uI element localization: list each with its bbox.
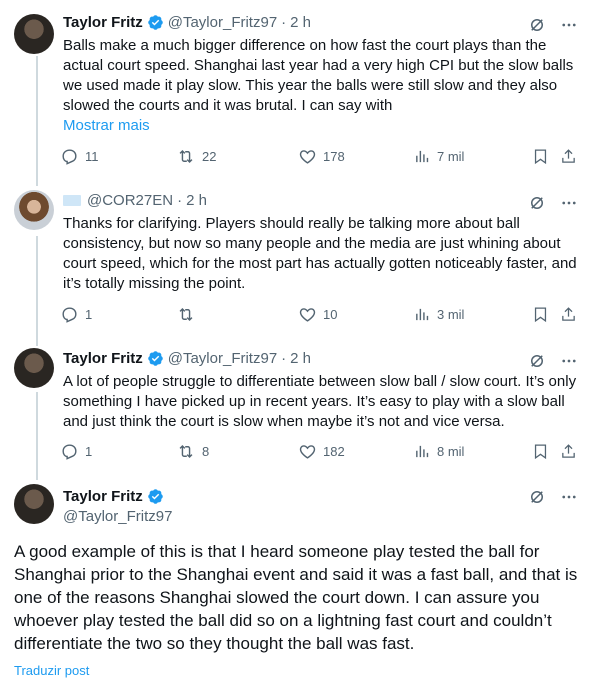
share-button[interactable] xyxy=(560,442,577,461)
timestamp[interactable]: 2 h xyxy=(186,192,207,209)
reply-icon xyxy=(62,149,77,165)
more-icon[interactable] xyxy=(560,352,578,370)
tweet-actions: 11 22 178 7 mil xyxy=(60,147,580,169)
views-button[interactable]: 8 mil xyxy=(414,442,464,461)
like-icon xyxy=(299,150,316,164)
grok-icon[interactable] xyxy=(528,352,546,370)
tweet-header: Taylor Fritz @Taylor_Fritz97 · 2 h xyxy=(63,350,311,367)
bookmark-icon xyxy=(534,444,547,460)
grok-icon[interactable] xyxy=(528,488,546,506)
reply-count: 1 xyxy=(85,307,93,322)
show-more-link[interactable]: Mostrar mais xyxy=(63,117,150,134)
views-button[interactable]: 7 mil xyxy=(414,147,464,166)
flag-emoji-icon xyxy=(63,195,81,206)
verified-badge-icon xyxy=(147,489,163,504)
more-icon[interactable] xyxy=(560,194,578,212)
bookmark-button[interactable] xyxy=(532,305,549,324)
views-count: 7 mil xyxy=(437,149,465,164)
repost-count: 22 xyxy=(202,149,217,164)
repost-button[interactable] xyxy=(176,305,202,324)
grok-icon[interactable] xyxy=(528,16,546,34)
like-count: 182 xyxy=(323,444,345,459)
separator-dot: · xyxy=(281,14,287,31)
tweet-top-actions xyxy=(528,194,578,212)
share-button[interactable] xyxy=(560,305,577,324)
tweet-actions: 1 10 3 mil xyxy=(60,305,580,327)
like-count: 178 xyxy=(323,149,345,164)
author-name[interactable]: Taylor Fritz xyxy=(63,14,143,31)
tweet-text: Balls make a much bigger difference on h… xyxy=(63,37,574,114)
tweet-top-actions xyxy=(528,352,578,370)
reply-count: 1 xyxy=(85,444,93,459)
verified-badge-icon xyxy=(147,351,163,366)
avatar[interactable] xyxy=(14,190,54,230)
tweet-top-actions xyxy=(528,16,578,34)
translate-post-link[interactable]: Traduzir post xyxy=(14,663,89,678)
reply-icon xyxy=(62,307,77,323)
views-count: 3 mil xyxy=(437,307,465,322)
like-button[interactable]: 10 xyxy=(298,305,337,324)
avatar[interactable] xyxy=(14,14,54,54)
author-handle[interactable]: @Taylor_Fritz97 xyxy=(168,14,277,31)
views-button[interactable]: 3 mil xyxy=(414,305,464,324)
tweet-header: @COR27EN · 2 h xyxy=(63,192,207,209)
tweet-2[interactable]: @COR27EN · 2 h Thanks for clarifying. Pl… xyxy=(0,178,596,338)
tweet-header: Taylor Fritz xyxy=(63,488,164,505)
separator-dot: · xyxy=(177,192,183,209)
tweet-3[interactable]: Taylor Fritz @Taylor_Fritz97 · 2 h A lot… xyxy=(0,338,596,476)
tweet-1[interactable]: Taylor Fritz @Taylor_Fritz97 · 2 h Balls… xyxy=(0,0,596,178)
reply-count: 11 xyxy=(85,149,99,164)
author-handle[interactable]: @Taylor_Fritz97 xyxy=(168,350,277,367)
avatar[interactable] xyxy=(14,348,54,388)
reply-button[interactable]: 1 xyxy=(60,305,92,324)
like-count: 10 xyxy=(323,307,338,322)
separator-dot: · xyxy=(281,350,287,367)
repost-count: 8 xyxy=(202,444,210,459)
avatar[interactable] xyxy=(14,484,54,524)
tweet-header: Taylor Fritz @Taylor_Fritz97 · 2 h xyxy=(63,14,311,31)
focused-handle-row: @Taylor_Fritz97 xyxy=(63,508,172,525)
bookmark-icon xyxy=(534,149,547,165)
author-handle[interactable]: @COR27EN xyxy=(87,192,173,209)
repost-button[interactable]: 22 xyxy=(176,147,216,166)
tweet-text: Thanks for clarifying. Players should re… xyxy=(63,215,577,292)
repost-icon xyxy=(179,444,193,459)
tweet-top-actions xyxy=(528,488,578,506)
verified-badge-icon xyxy=(147,15,163,30)
more-icon[interactable] xyxy=(560,16,578,34)
views-icon xyxy=(416,445,429,458)
tweet-text: A lot of people struggle to differentiat… xyxy=(63,373,577,430)
author-name[interactable]: Taylor Fritz xyxy=(63,350,143,367)
share-icon xyxy=(562,149,575,163)
bookmark-button[interactable] xyxy=(532,147,549,166)
reply-button[interactable]: 1 xyxy=(60,442,92,461)
tweet-text: A good example of this is that I heard s… xyxy=(14,542,578,653)
views-icon xyxy=(416,150,429,163)
repost-icon xyxy=(179,149,193,164)
like-icon xyxy=(299,308,316,322)
like-button[interactable]: 182 xyxy=(298,442,345,461)
author-handle[interactable]: @Taylor_Fritz97 xyxy=(63,508,172,525)
author-name[interactable]: Taylor Fritz xyxy=(63,488,143,505)
timestamp[interactable]: 2 h xyxy=(290,14,311,31)
bookmark-icon xyxy=(534,307,547,323)
reply-icon xyxy=(62,444,77,460)
reply-button[interactable]: 11 xyxy=(60,147,99,166)
like-button[interactable]: 178 xyxy=(298,147,345,166)
focused-tweet[interactable]: Taylor Fritz @Taylor_Fritz97 A good exam… xyxy=(0,476,596,679)
share-icon xyxy=(562,444,575,458)
views-count: 8 mil xyxy=(437,444,465,459)
bookmark-button[interactable] xyxy=(532,442,549,461)
timestamp[interactable]: 2 h xyxy=(290,350,311,367)
repost-icon xyxy=(179,307,193,322)
more-icon[interactable] xyxy=(560,488,578,506)
share-icon xyxy=(562,307,575,321)
repost-button[interactable]: 8 xyxy=(176,442,209,461)
grok-icon[interactable] xyxy=(528,194,546,212)
views-icon xyxy=(416,308,429,321)
like-icon xyxy=(299,445,316,459)
share-button[interactable] xyxy=(560,147,577,166)
tweet-actions: 1 8 182 8 mil xyxy=(60,442,580,464)
